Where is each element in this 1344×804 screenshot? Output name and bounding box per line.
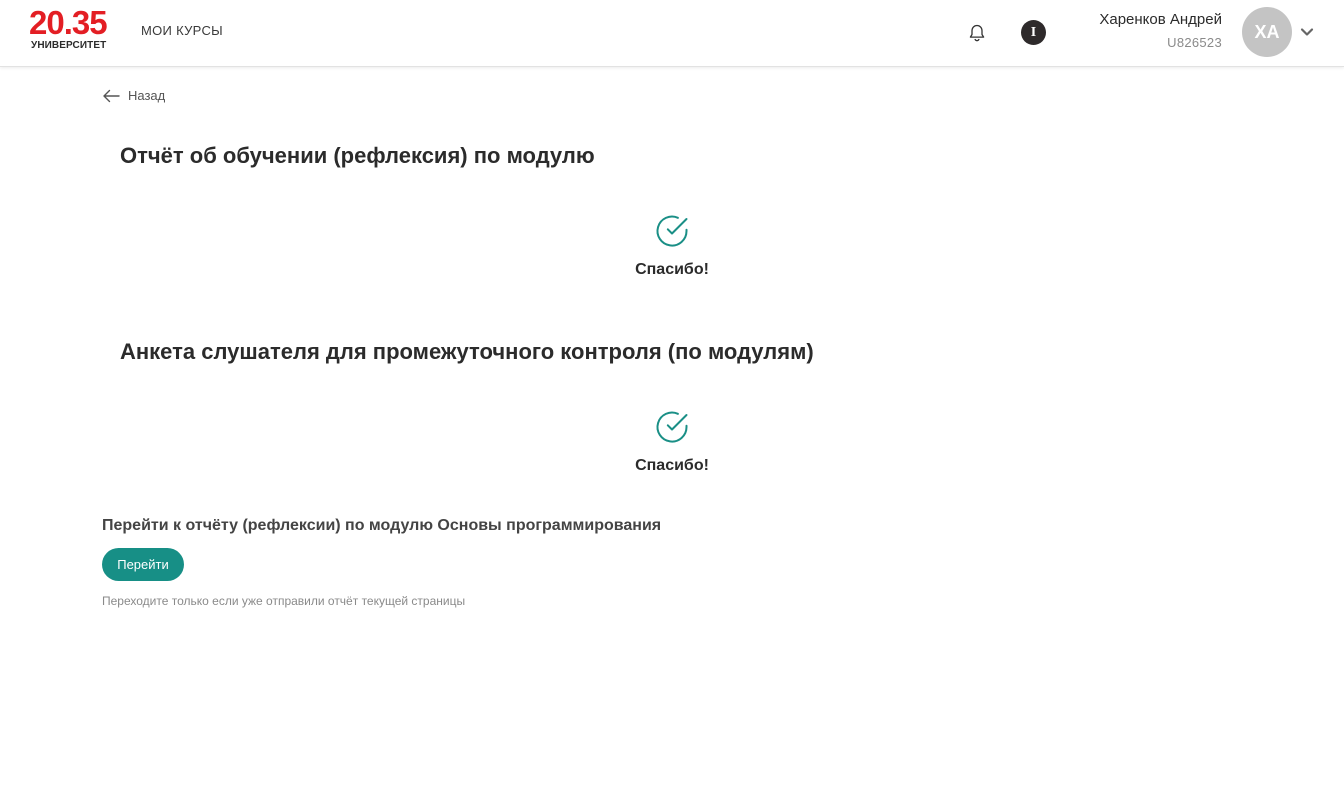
reflection-report-title: Отчёт об обучении (рефлексия) по модулю — [120, 143, 595, 168]
university-logo[interactable]: 20.35 УНИВЕРСИТЕТ — [29, 4, 111, 52]
nav-my-courses[interactable]: МОИ КУРСЫ — [141, 23, 223, 38]
arrow-left-icon — [102, 89, 120, 103]
back-label: Назад — [128, 88, 166, 103]
logo-subtitle: УНИВЕРСИТЕТ — [31, 40, 107, 51]
back-link[interactable]: Назад — [102, 88, 165, 103]
check-circle-icon — [655, 410, 689, 444]
go-button[interactable]: Перейти — [102, 548, 184, 581]
check-circle-icon — [655, 214, 689, 248]
info-icon[interactable]: I — [1021, 20, 1046, 45]
bell-icon[interactable] — [966, 22, 988, 44]
hint-text: Переходите только если уже отправили отч… — [102, 594, 466, 608]
logo-number: 20.35 — [29, 4, 108, 41]
survey-title: Анкета слушателя для промежуточного конт… — [120, 339, 814, 364]
thanks-message: Спасибо! — [635, 457, 709, 474]
next-report-text: Перейти к отчёту (рефлексии) по модулю О… — [102, 517, 662, 534]
thanks-message: Спасибо! — [635, 261, 709, 278]
chevron-down-icon[interactable] — [1300, 25, 1314, 39]
user-id: U826523 — [1167, 35, 1222, 50]
top-header: 20.35 УНИВЕРСИТЕТ МОИ КУРСЫ I Харенков А… — [0, 0, 1344, 67]
avatar[interactable]: ХА — [1242, 7, 1292, 57]
user-name: Харенков Андрей — [1099, 11, 1222, 28]
